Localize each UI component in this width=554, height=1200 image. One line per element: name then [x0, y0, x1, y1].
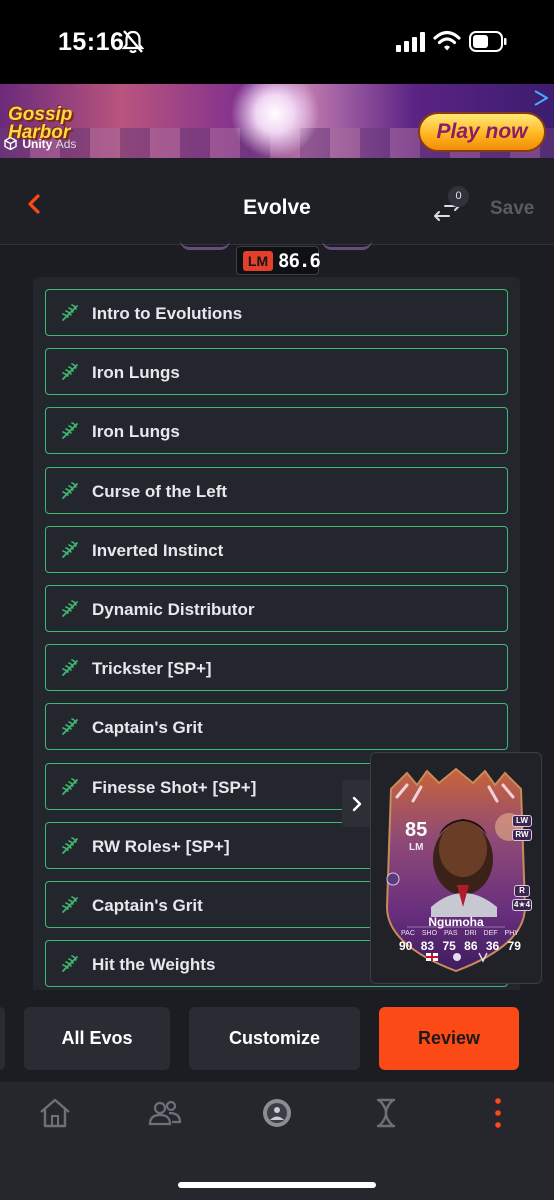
ad-info-icon[interactable] — [532, 90, 548, 106]
player-card-preview[interactable]: 85 LM LW RW R 4★4 Ngumoha PAC SHO PAS DRI DE… — [370, 752, 542, 984]
card-stat-label: DEF — [483, 930, 498, 937]
customize-button[interactable]: Customize — [189, 1007, 360, 1070]
save-button[interactable]: Save — [490, 198, 534, 220]
status-time: 15:16 — [58, 28, 125, 56]
evolutions-dna-icon[interactable] — [368, 1096, 404, 1130]
evolution-label: Hit the Weights — [92, 955, 216, 975]
card-stat-label: PAC — [401, 930, 415, 937]
card-alt-position: RW — [512, 829, 532, 841]
page-title: Evolve — [243, 196, 311, 219]
ad-network-label: Unity Ads — [4, 136, 77, 151]
card-alt-position: LW — [512, 815, 532, 827]
evolution-item[interactable]: Captain's Grit — [45, 703, 508, 751]
dna-evolution-icon — [60, 836, 80, 856]
dna-evolution-icon — [60, 895, 80, 915]
dna-evolution-icon — [60, 540, 80, 560]
rating-value: 86.6 — [278, 250, 321, 272]
card-stat-value: 75 — [442, 939, 456, 953]
evolution-item[interactable]: Iron Lungs — [45, 348, 508, 396]
overall-rating-badge: LM 86.6 — [236, 246, 321, 275]
rating-position: LM — [243, 251, 273, 271]
player-card: 85 LM LW RW R 4★4 Ngumoha PAC SHO PAS DRI DE… — [377, 767, 535, 975]
ad-network-suffix: Ads — [55, 137, 77, 151]
ad-play-now-button[interactable]: Play now — [418, 112, 546, 152]
card-stat-label: PAS — [444, 930, 458, 937]
dna-evolution-icon — [60, 421, 80, 441]
card-stat-value: 79 — [507, 939, 521, 953]
dna-evolution-icon — [60, 362, 80, 382]
dna-evolution-icon — [60, 777, 80, 797]
signal-icon — [396, 32, 425, 52]
evolution-item[interactable]: Curse of the Left — [45, 466, 508, 514]
club-badge-icon[interactable] — [259, 1096, 295, 1130]
dna-evolution-icon — [60, 717, 80, 737]
card-frame-decoration — [322, 240, 372, 250]
evolution-label: Trickster [SP+] — [92, 659, 212, 679]
card-collapse-button[interactable] — [342, 780, 372, 827]
evolution-label: Dynamic Distributor — [92, 600, 255, 619]
evolution-item[interactable]: Inverted Instinct — [45, 525, 508, 573]
evolution-item[interactable]: Dynamic Distributor — [45, 585, 508, 632]
review-button[interactable]: Review — [379, 1007, 519, 1070]
card-weak-foot: R — [514, 885, 530, 897]
evolution-item[interactable]: Intro to Evolutions — [45, 289, 508, 336]
card-stat-label: PHY — [504, 930, 519, 937]
squad-icon[interactable] — [147, 1096, 183, 1130]
ad-character-art — [230, 84, 320, 158]
dna-evolution-icon — [60, 954, 80, 974]
dna-evolution-icon — [60, 599, 80, 619]
card-stat-label: DRI — [464, 930, 477, 937]
swap-count-badge: 0 — [448, 186, 469, 207]
card-stat-value: 90 — [399, 939, 413, 953]
card-stat-value: 86 — [464, 939, 478, 953]
unity-logo-icon — [4, 136, 17, 151]
all-evos-button[interactable]: All Evos — [24, 1007, 170, 1070]
home-indicator — [178, 1182, 376, 1188]
evolution-item[interactable]: Iron Lungs — [45, 407, 508, 455]
evolution-label: Intro to Evolutions — [92, 304, 243, 323]
card-skill-moves: 4★4 — [512, 899, 532, 911]
action-bar: All Evos Customize Review — [0, 990, 554, 1082]
bell-off-icon — [122, 30, 144, 54]
card-stat-value: 36 — [485, 939, 500, 953]
evolution-label: RW Roles+ [SP+] — [92, 836, 230, 856]
card-stat-label: SHO — [421, 930, 438, 937]
chevron-right-icon — [352, 796, 362, 811]
wifi-icon — [433, 30, 461, 51]
battery-icon — [469, 31, 507, 52]
evolution-label: Captain's Grit — [92, 718, 203, 738]
dna-evolution-icon — [60, 658, 80, 678]
evolution-label: Inverted Instinct — [92, 540, 224, 560]
home-icon[interactable] — [37, 1096, 73, 1130]
card-frame-decoration — [180, 240, 230, 250]
status-bar: 15:16 — [0, 0, 554, 84]
more-menu-icon[interactable] — [480, 1096, 516, 1130]
card-stat-labels: PAC SHO PAS DRI DEF PHY — [401, 930, 519, 937]
evolution-item[interactable]: Trickster [SP+] — [45, 644, 508, 692]
evolution-label: Captain's Grit — [92, 896, 203, 915]
card-stat-value: 83 — [420, 939, 435, 953]
dna-evolution-icon — [60, 481, 80, 501]
action-scroll-stub[interactable] — [0, 1007, 5, 1070]
evolution-label: Curse of the Left — [92, 481, 228, 501]
card-rating: 85 — [405, 819, 428, 841]
page-header: Evolve Save — [0, 158, 554, 245]
evolution-label: Iron Lungs — [92, 363, 180, 383]
card-position: LM — [409, 842, 424, 853]
dna-evolution-icon — [60, 303, 80, 323]
card-stat-values: 90 83 75 86 36 79 — [399, 939, 521, 953]
ad-network-brand: Unity — [22, 137, 53, 151]
evolution-label: Iron Lungs — [92, 422, 180, 442]
evolution-label: Finesse Shot+ [SP+] — [92, 777, 257, 797]
card-player-name: Ngumoha — [428, 915, 484, 929]
